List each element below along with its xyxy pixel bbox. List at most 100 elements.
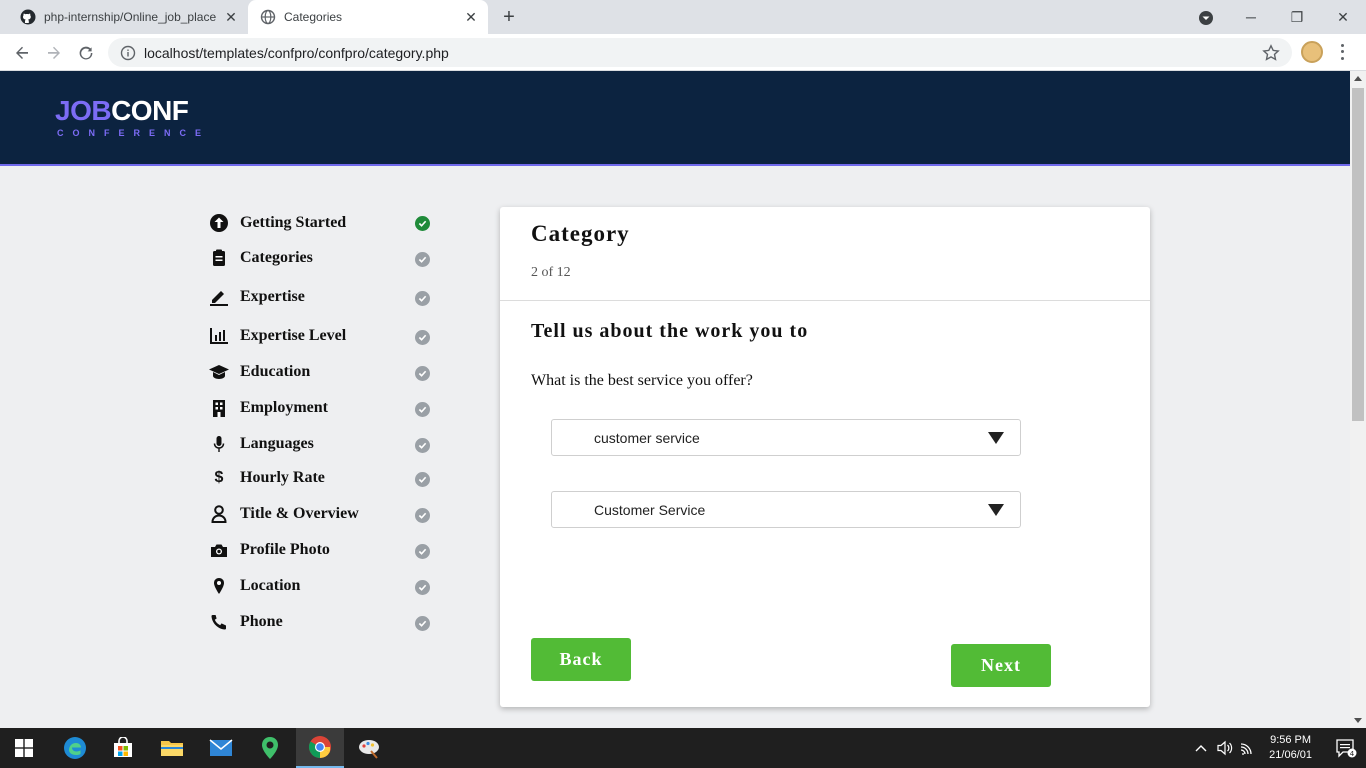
address-bar: localhost/templates/confpro/confpro/cate… <box>0 34 1366 71</box>
paint-taskbar-button[interactable] <box>345 728 393 768</box>
scrollbar-thumb[interactable] <box>1352 88 1364 421</box>
service-subcategory-select[interactable]: Customer Service <box>551 491 1021 528</box>
step-label: Expertise Level <box>240 327 347 344</box>
step-profile-photo[interactable]: Profile Photo <box>208 538 448 562</box>
section-heading: Tell us about the work you to <box>531 320 809 342</box>
check-circle-icon <box>415 544 430 559</box>
step-label: Location <box>240 577 301 594</box>
site-header: JOBCONF CONFERENCE <box>0 71 1350 166</box>
step-progress: 2 of 12 <box>531 265 571 280</box>
check-circle-icon <box>415 508 430 523</box>
clock[interactable]: 9:56 PM 21/06/01 <box>1269 733 1312 763</box>
service-category-select[interactable]: customer service <box>551 419 1021 456</box>
check-circle-icon <box>415 291 430 306</box>
browser-menu-button[interactable] <box>1336 42 1348 62</box>
scroll-up-icon[interactable] <box>1354 76 1362 81</box>
clock-date: 21/06/01 <box>1269 749 1312 761</box>
step-label: Expertise <box>240 288 305 305</box>
pencil-icon <box>208 286 230 308</box>
site-logo[interactable]: JOBCONF CONFERENCE <box>55 95 210 139</box>
info-icon[interactable] <box>120 45 136 61</box>
tab-github[interactable]: php-internship/Online_job_place ✕ <box>8 0 248 34</box>
map-pin-icon <box>208 575 230 597</box>
step-title-overview[interactable]: Title & Overview <box>208 502 448 526</box>
edge-icon <box>64 737 86 759</box>
camera-icon <box>208 539 230 561</box>
next-button[interactable]: Next <box>951 644 1051 687</box>
phone-icon <box>208 611 230 633</box>
dropdown-arrow-icon <box>988 504 1004 516</box>
check-circle-icon <box>415 402 430 417</box>
category-card: Category 2 of 12 Tell us about the work … <box>500 207 1150 707</box>
forward-nav-button[interactable] <box>41 40 67 66</box>
divider <box>500 300 1150 301</box>
system-tray: 9:56 PM 21/06/01 4 <box>1189 728 1366 768</box>
store-taskbar-button[interactable] <box>99 728 147 768</box>
check-circle-icon <box>415 252 430 267</box>
notification-center-button[interactable]: 4 <box>1326 728 1366 768</box>
step-label: Title & Overview <box>240 505 359 522</box>
bookmark-star-icon[interactable] <box>1262 44 1280 62</box>
chevron-up-icon[interactable] <box>1189 728 1213 768</box>
chrome-icon <box>309 736 331 758</box>
check-circle-icon <box>415 330 430 345</box>
logo-part1: JOB <box>55 95 112 126</box>
step-label: Phone <box>240 613 283 630</box>
page-viewport: JOBCONF CONFERENCE Getting Started Categ… <box>0 71 1350 728</box>
speaker-icon[interactable] <box>1213 728 1237 768</box>
wifi-icon[interactable] <box>1237 728 1261 768</box>
tab-search-button[interactable] <box>1196 8 1216 28</box>
step-categories[interactable]: Categories <box>208 246 448 270</box>
location-app-icon <box>262 737 278 759</box>
building-icon <box>208 397 230 419</box>
step-expertise[interactable]: Expertise <box>208 285 448 309</box>
back-button[interactable]: Back <box>531 638 631 681</box>
url-text: localhost/templates/confpro/confpro/cate… <box>144 44 449 61</box>
step-label: Employment <box>240 399 328 416</box>
folder-icon <box>161 741 183 756</box>
dropdown-arrow-icon <box>988 432 1004 444</box>
tab-title: php-internship/Online_job_place <box>44 10 217 24</box>
reload-button[interactable] <box>73 40 99 66</box>
chrome-taskbar-button[interactable] <box>296 728 344 768</box>
paint-icon <box>359 740 379 759</box>
scroll-down-icon[interactable] <box>1354 718 1362 723</box>
file-explorer-taskbar-button[interactable] <box>148 728 196 768</box>
page-scrollbar[interactable] <box>1350 71 1366 728</box>
step-location[interactable]: Location <box>208 574 448 598</box>
tab-title: Categories <box>284 10 343 24</box>
close-icon[interactable]: ✕ <box>220 6 242 28</box>
mail-taskbar-button[interactable] <box>197 728 245 768</box>
step-languages[interactable]: Languages <box>208 432 448 456</box>
browser-tab-bar: php-internship/Online_job_place ✕ Catego… <box>0 0 1366 34</box>
globe-icon <box>260 9 276 25</box>
mail-icon <box>209 739 233 756</box>
profile-avatar[interactable] <box>1301 41 1323 63</box>
page-title: Category <box>531 221 630 246</box>
step-label: Categories <box>240 249 313 266</box>
check-circle-icon <box>415 472 430 487</box>
url-field[interactable]: localhost/templates/confpro/confpro/cate… <box>108 38 1292 67</box>
new-tab-button[interactable]: + <box>498 6 520 28</box>
step-employment[interactable]: Employment <box>208 396 448 420</box>
microphone-icon <box>208 433 230 455</box>
back-nav-button[interactable] <box>9 40 35 66</box>
start-button[interactable] <box>0 728 48 768</box>
restore-button[interactable]: ❐ <box>1274 0 1320 34</box>
close-window-button[interactable]: ✕ <box>1320 0 1366 34</box>
minimize-button[interactable]: ─ <box>1228 0 1274 34</box>
check-circle-icon <box>415 438 430 453</box>
chevron-down-icon <box>1199 11 1213 25</box>
step-hourly-rate[interactable]: $ Hourly Rate <box>208 466 448 490</box>
step-education[interactable]: Education <box>208 360 448 384</box>
step-expertise-level[interactable]: Expertise Level <box>208 324 448 348</box>
step-phone[interactable]: Phone <box>208 610 448 634</box>
edge-taskbar-button[interactable] <box>51 728 99 768</box>
store-icon <box>114 737 132 757</box>
user-icon <box>208 503 230 525</box>
step-getting-started[interactable]: Getting Started <box>208 211 448 235</box>
bar-chart-icon <box>208 325 230 347</box>
close-icon[interactable]: ✕ <box>460 6 482 28</box>
tab-categories[interactable]: Categories ✕ <box>248 0 488 34</box>
maps-taskbar-button[interactable] <box>246 728 294 768</box>
